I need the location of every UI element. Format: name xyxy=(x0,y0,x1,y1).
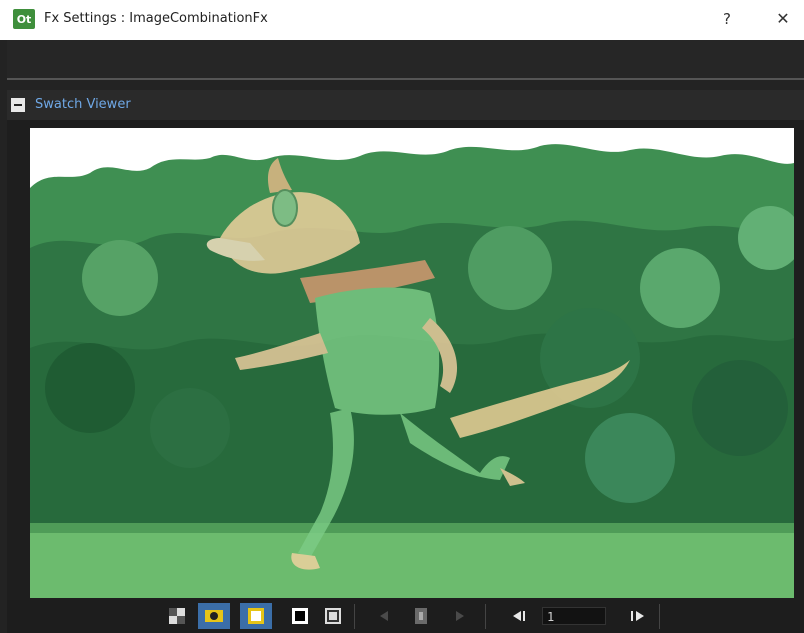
prev-frame-icon[interactable] xyxy=(507,607,527,625)
separator xyxy=(659,604,660,629)
camera-view-icon[interactable] xyxy=(198,603,230,629)
keyframe-icon[interactable] xyxy=(411,607,431,625)
next-frame-icon[interactable] xyxy=(627,607,647,625)
help-button[interactable]: ? xyxy=(715,8,739,30)
section-label: Swatch Viewer xyxy=(35,97,131,112)
white-bg-icon[interactable] xyxy=(240,603,272,629)
next-icon[interactable] xyxy=(450,607,470,625)
viewer-controls: 1 xyxy=(7,600,804,633)
preview-image[interactable] xyxy=(30,128,794,598)
running-fox-cartoon-image xyxy=(30,128,794,598)
close-button[interactable]: ✕ xyxy=(770,8,796,30)
swatch-viewer xyxy=(7,120,804,600)
separator xyxy=(485,604,486,629)
frame-input[interactable]: 1 xyxy=(542,607,606,625)
checker-bg-icon[interactable] xyxy=(323,607,343,625)
checkerboard-bg-icon[interactable] xyxy=(167,607,187,625)
separator xyxy=(354,604,355,629)
window-titlebar: Ot Fx Settings : ImageCombinationFx ? ✕ xyxy=(0,0,804,40)
prev-icon[interactable] xyxy=(374,607,394,625)
swatch-viewer-header: Swatch Viewer xyxy=(7,90,804,120)
app-icon: Ot xyxy=(13,9,35,29)
black-bg-icon[interactable] xyxy=(290,607,310,625)
collapse-icon[interactable] xyxy=(11,98,25,112)
window-title: Fx Settings : ImageCombinationFx xyxy=(44,11,268,26)
fx-toolbar xyxy=(7,40,804,80)
